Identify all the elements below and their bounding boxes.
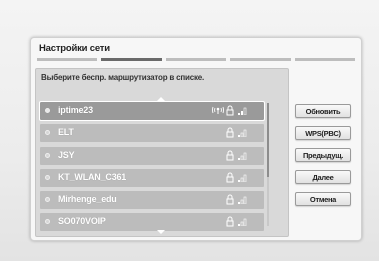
next-button[interactable]: Далее xyxy=(295,170,351,184)
signal-strength-icon xyxy=(238,219,247,227)
network-ssid: iptime23 xyxy=(58,105,93,115)
cancel-button[interactable]: Отмена xyxy=(295,192,351,206)
scrollbar-thumb[interactable] xyxy=(267,103,269,177)
previous-button[interactable]: Предыдущ. xyxy=(295,148,351,162)
router-list-panel: Выберите беспр. маршрутизатор в списке. … xyxy=(35,68,289,237)
network-row[interactable]: KT_WLAN_C361 xyxy=(40,168,264,187)
network-ssid: JSY xyxy=(58,149,75,160)
signal-strength-icon xyxy=(238,152,247,160)
network-row[interactable]: ELT xyxy=(40,124,264,143)
list-scrollbar[interactable] xyxy=(267,103,269,226)
signal-strength-icon xyxy=(238,107,247,115)
signal-strength-icon xyxy=(238,196,247,205)
network-ssid: SO070VOIP xyxy=(58,216,106,227)
network-ssid: Mirhenge_edu xyxy=(58,194,117,205)
network-row[interactable]: iptime23 xyxy=(39,101,265,121)
lock-icon xyxy=(226,217,234,227)
lock-icon xyxy=(226,172,234,183)
signal-strength-icon xyxy=(238,129,247,138)
lock-icon xyxy=(226,150,234,161)
radio-icon xyxy=(45,130,50,136)
scroll-up-icon[interactable] xyxy=(157,97,165,101)
network-ssid: KT_WLAN_C361 xyxy=(58,171,127,182)
radio-icon xyxy=(45,152,50,158)
step-indicator-active xyxy=(101,58,162,61)
network-row[interactable]: JSY xyxy=(40,146,264,165)
lock-icon xyxy=(226,127,234,138)
network-list: iptime23 ELT JSY KT_WLAN_C361 Mirhenge_e… xyxy=(39,101,265,236)
dialog-title: Настройки сети xyxy=(39,43,110,54)
lock-icon xyxy=(226,105,234,116)
wps-pbc-button[interactable]: WPS(PBC) xyxy=(295,126,351,140)
refresh-button[interactable]: Обновить xyxy=(295,104,351,118)
network-settings-dialog: Настройки сети Выберите беспр. маршрутиз… xyxy=(30,37,362,241)
step-indicator xyxy=(165,58,227,61)
lock-icon xyxy=(226,194,234,205)
step-indicator xyxy=(37,58,98,61)
step-progress xyxy=(37,58,356,61)
network-row[interactable]: Mirhenge_edu xyxy=(40,191,264,210)
radio-icon xyxy=(45,174,50,180)
network-row[interactable]: SO070VOIP xyxy=(40,213,264,232)
wps-icon xyxy=(212,105,224,117)
radio-icon xyxy=(45,197,50,203)
instruction-text: Выберите беспр. маршрутизатор в списке. xyxy=(41,73,205,82)
signal-strength-icon xyxy=(238,174,247,182)
radio-icon xyxy=(45,108,50,113)
scroll-down-icon[interactable] xyxy=(157,230,165,234)
step-indicator xyxy=(294,58,356,61)
network-ssid: ELT xyxy=(58,127,74,138)
radio-icon xyxy=(45,219,50,225)
step-indicator xyxy=(230,58,291,61)
